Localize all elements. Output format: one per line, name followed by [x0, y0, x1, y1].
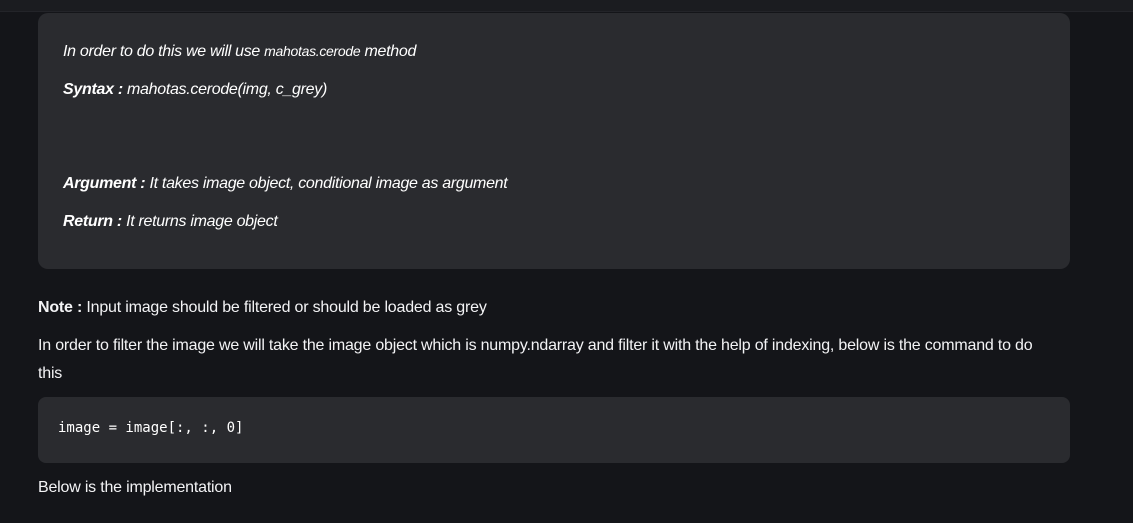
syntax-value: mahotas.cerode(img, c_grey): [122, 81, 327, 98]
top-bar: [0, 0, 1133, 12]
argument-value: It takes image object, conditional image…: [145, 175, 508, 192]
return-line: Return : It returns image object: [63, 213, 278, 231]
code-block: image = image[:, :, 0]: [38, 397, 1070, 463]
return-label: Return :: [63, 213, 122, 230]
method-name: mahotas.cerode: [264, 43, 361, 59]
implementation-text: Below is the implementation: [38, 479, 232, 496]
method-description-box: In order to do this we will use mahotas.…: [38, 13, 1070, 269]
syntax-line: Syntax : mahotas.cerode(img, c_grey): [63, 81, 327, 99]
code-line: image = image[:, :, 0]: [58, 420, 244, 436]
filter-paragraph: In order to filter the image we will tak…: [38, 337, 1033, 382]
syntax-label: Syntax :: [63, 81, 123, 98]
note-paragraph: Note : Input image should be filtered or…: [38, 294, 1078, 322]
method-intro-prefix: In order to do this we will use: [63, 43, 265, 60]
note-label: Note :: [38, 299, 83, 316]
method-intro-suffix: method: [360, 43, 417, 60]
argument-line: Argument : It takes image object, condit…: [63, 175, 508, 193]
method-intro-line: In order to do this we will use mahotas.…: [63, 43, 416, 61]
return-value: It returns image object: [121, 213, 278, 230]
argument-label: Argument :: [63, 175, 146, 192]
note-text: Input image should be filtered or should…: [82, 299, 487, 316]
